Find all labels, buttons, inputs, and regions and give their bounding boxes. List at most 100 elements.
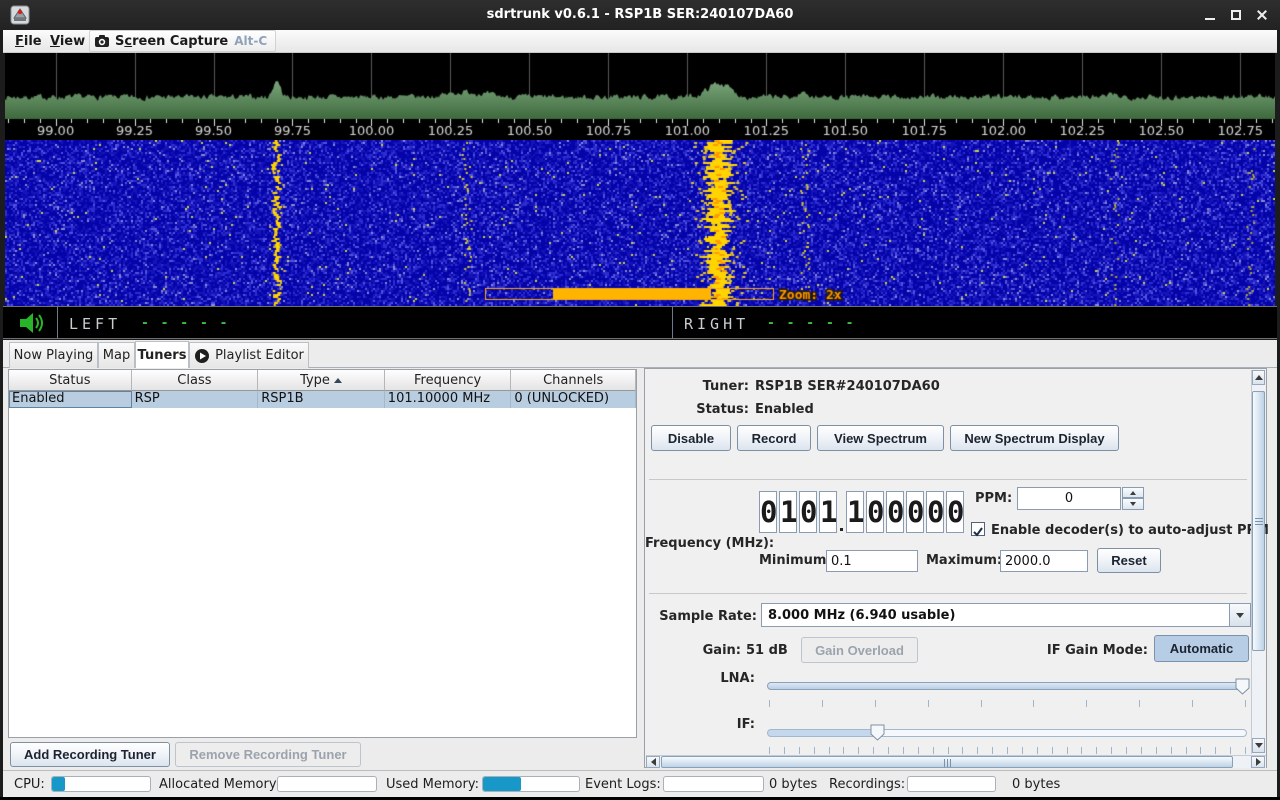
ppm-spinner-down[interactable] bbox=[1122, 498, 1144, 510]
menu-file[interactable]: File bbox=[15, 30, 42, 52]
menu-screen-capture-shortcut: Alt-C bbox=[234, 34, 267, 48]
cell-class[interactable]: RSP bbox=[132, 391, 259, 408]
frequency-digit[interactable]: 1 bbox=[779, 491, 797, 533]
frequency-digit[interactable]: 0 bbox=[886, 491, 904, 533]
waterfall-display[interactable] bbox=[5, 140, 1275, 306]
window-title: sdrtrunk v0.6.1 - RSP1B SER:240107DA60 bbox=[0, 7, 1280, 22]
spectrum-display[interactable] bbox=[5, 53, 1275, 140]
minimum-label: Minimum: bbox=[759, 553, 832, 568]
view-spectrum-button[interactable]: View Spectrum bbox=[817, 425, 944, 451]
frequency-digit[interactable]: 0 bbox=[926, 491, 944, 533]
if-gain-mode-automatic-toggle[interactable]: Automatic bbox=[1154, 635, 1249, 662]
recordings-bar bbox=[907, 776, 996, 792]
gain-label: Gain: bbox=[645, 643, 741, 658]
cell-type[interactable]: RSP1B bbox=[258, 391, 385, 408]
column-header-frequency[interactable]: Frequency bbox=[385, 370, 512, 391]
gain-value: 51 dB bbox=[746, 643, 788, 658]
column-header-class[interactable]: Class bbox=[132, 370, 259, 391]
if-slider-thumb[interactable] bbox=[870, 724, 885, 741]
sample-rate-value: 8.000 MHz (6.940 usable) bbox=[762, 608, 1229, 623]
app-window: sdrtrunk v0.6.1 - RSP1B SER:240107DA60 F… bbox=[0, 0, 1280, 800]
tab-map[interactable]: Map bbox=[98, 342, 135, 368]
auto-adjust-ppm-label: Enable decoder(s) to auto-adjust PPM bbox=[991, 523, 1269, 538]
if-gain-mode-label: IF Gain Mode: bbox=[1036, 643, 1148, 658]
event-logs-value: 0 bytes bbox=[769, 777, 817, 792]
sample-rate-dropdown[interactable]: 8.000 MHz (6.940 usable) bbox=[761, 603, 1251, 627]
vertical-scrollbar-thumb[interactable] bbox=[1252, 391, 1265, 651]
tuner-label: Tuner: bbox=[649, 379, 749, 394]
tab-bar: Now Playing Map Tuners Playlist Editor bbox=[3, 340, 1277, 368]
close-button[interactable] bbox=[1255, 9, 1269, 21]
scroll-left-button[interactable] bbox=[646, 756, 660, 768]
tuner-status-label: Status: bbox=[649, 402, 749, 417]
tuner-status-value: Enabled bbox=[755, 402, 814, 417]
recordings-value: 0 bytes bbox=[1012, 777, 1060, 792]
table-row[interactable]: EnabledRSPRSP1B101.10000 MHz0 (UNLOCKED) bbox=[9, 391, 636, 408]
tuners-tab-content: StatusClassTypeFrequencyChannels Enabled… bbox=[3, 368, 1277, 770]
title-bar[interactable]: sdrtrunk v0.6.1 - RSP1B SER:240107DA60 bbox=[0, 0, 1280, 30]
vertical-scrollbar[interactable] bbox=[1251, 370, 1265, 754]
lna-slider-track[interactable] bbox=[767, 682, 1247, 690]
tab-playlist-editor[interactable]: Playlist Editor bbox=[189, 342, 309, 368]
audio-right-label: RIGHT bbox=[684, 315, 749, 333]
auto-adjust-ppm-checkbox[interactable] bbox=[971, 522, 985, 536]
reset-button[interactable]: Reset bbox=[1097, 548, 1161, 573]
record-button[interactable]: Record bbox=[737, 425, 811, 451]
new-spectrum-display-button[interactable]: New Spectrum Display bbox=[950, 425, 1119, 451]
cpu-progress-bar bbox=[51, 776, 151, 792]
cell-frequency[interactable]: 101.10000 MHz bbox=[385, 391, 512, 408]
column-header-channels[interactable]: Channels bbox=[511, 370, 636, 391]
frequency-digit[interactable]: 0 bbox=[946, 491, 964, 533]
frequency-digit[interactable]: 1 bbox=[819, 491, 837, 533]
ppm-input[interactable] bbox=[1017, 487, 1121, 510]
scroll-down-button[interactable] bbox=[1252, 738, 1265, 753]
frequency-digit[interactable]: 0 bbox=[906, 491, 924, 533]
tuner-table-header: StatusClassTypeFrequencyChannels bbox=[9, 370, 636, 391]
menu-bar: File View Screen Capture Alt-C bbox=[3, 30, 1277, 53]
remove-recording-tuner-button[interactable]: Remove Recording Tuner bbox=[175, 742, 361, 767]
sort-ascending-icon bbox=[334, 378, 342, 383]
column-header-type[interactable]: Type bbox=[258, 370, 385, 391]
cell-status[interactable]: Enabled bbox=[9, 391, 132, 408]
column-header-status[interactable]: Status bbox=[9, 370, 132, 391]
frequency-digit[interactable]: 0 bbox=[759, 491, 777, 533]
add-recording-tuner-button[interactable]: Add Recording Tuner bbox=[10, 742, 170, 767]
frequency-digit[interactable]: 0 bbox=[799, 491, 817, 533]
horizontal-scrollbar-thumb[interactable] bbox=[661, 756, 1233, 768]
frequency-digit[interactable]: 1 bbox=[846, 491, 864, 533]
tuner-value: RSP1B SER#240107DA60 bbox=[755, 379, 940, 394]
frequency-label: Frequency (MHz): bbox=[645, 536, 757, 551]
window-left-edge bbox=[0, 30, 3, 797]
tuner-table-body: EnabledRSPRSP1B101.10000 MHz0 (UNLOCKED) bbox=[9, 391, 636, 408]
menu-screen-capture[interactable]: Screen Capture Alt-C bbox=[89, 30, 276, 52]
ppm-spinner[interactable] bbox=[1122, 487, 1144, 510]
event-logs-bar bbox=[663, 776, 764, 792]
scroll-right-button[interactable] bbox=[1251, 756, 1265, 768]
maximum-frequency-input[interactable] bbox=[1000, 550, 1088, 572]
menu-view[interactable]: View bbox=[50, 30, 85, 52]
ppm-spinner-up[interactable] bbox=[1122, 487, 1144, 498]
gain-overload-button[interactable]: Gain Overload bbox=[801, 637, 918, 663]
allocated-memory-label: Allocated Memory: bbox=[159, 777, 280, 792]
frequency-digit[interactable]: 0 bbox=[866, 491, 884, 533]
audio-divider-right bbox=[672, 307, 673, 339]
minimize-button[interactable] bbox=[1203, 9, 1217, 21]
minimum-frequency-input[interactable] bbox=[826, 550, 918, 572]
speaker-icon[interactable] bbox=[17, 312, 45, 334]
tuner-table: StatusClassTypeFrequencyChannels Enabled… bbox=[8, 369, 637, 738]
frequency-digit-display[interactable]: 0101100000 bbox=[759, 491, 964, 533]
audio-left-label: LEFT bbox=[69, 315, 121, 333]
used-memory-label: Used Memory: bbox=[386, 777, 479, 792]
horizontal-scrollbar[interactable] bbox=[646, 755, 1266, 768]
maximize-button[interactable] bbox=[1229, 9, 1243, 21]
if-slider-track[interactable] bbox=[767, 729, 1247, 737]
cell-channels[interactable]: 0 (UNLOCKED) bbox=[511, 391, 636, 408]
tab-now-playing[interactable]: Now Playing bbox=[9, 342, 98, 368]
audio-panel: LEFT - - - - - RIGHT - - - - - bbox=[3, 306, 1277, 339]
scroll-up-button[interactable] bbox=[1252, 370, 1265, 385]
separator bbox=[649, 593, 1247, 594]
disable-button[interactable]: Disable bbox=[651, 425, 731, 451]
tab-tuners[interactable]: Tuners bbox=[135, 341, 189, 368]
lna-slider-thumb[interactable] bbox=[1235, 678, 1250, 695]
allocated-memory-bar bbox=[277, 776, 377, 792]
